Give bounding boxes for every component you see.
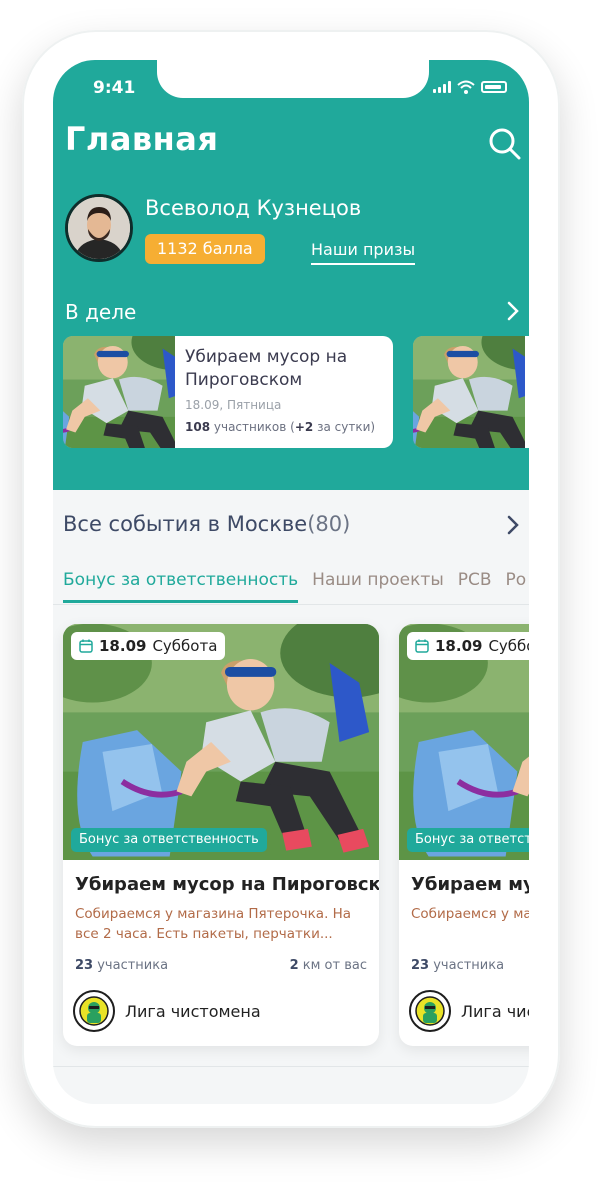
organizer-name: Лига чист [461,1002,529,1021]
in-work-card-date: 18.09, Пятница [185,398,282,412]
date-badge: 18.09Суббот [407,632,529,660]
tab-more[interactable]: Ро [506,570,527,603]
signal-icon [433,81,451,93]
event-title: Убираем мусо [411,874,529,895]
event-card[interactable]: 18.09 Суббота Бонус за ответственность Уб… [63,624,379,1046]
event-card[interactable]: 18.09Суббот Бонус за ответственность Уби… [399,624,529,1046]
organizer-name: Лига чистомена [125,1002,261,1021]
event-participants: 23 участника [75,958,169,973]
event-distance: 2 км от вас [289,958,367,973]
prizes-link[interactable]: Наши призы [311,240,416,265]
search-icon[interactable] [487,126,523,162]
avatar-photo [68,197,130,259]
in-work-card-title: Убираем мусор на Пироговском [185,347,348,390]
wifi-icon [457,80,475,94]
points-badge: 1132 балла [145,234,265,264]
event-title: Убираем мусор на Пироговском [75,874,379,895]
events-title: Все события в Москве(80) [63,512,351,536]
category-tag: Бонус за ответственность [407,828,529,852]
tabs-divider [53,604,529,605]
notch [157,60,429,98]
event-participants: 23 участника [411,958,505,973]
battery-icon [481,81,507,93]
in-work-card-participants: 108 участников (+2 за сутки) [185,420,376,434]
header-panel: 9:41 Главная Всеволод Кузнецов 1132 балл… [53,60,529,490]
avatar[interactable] [65,194,133,262]
organizer-logo [409,990,451,1032]
calendar-icon [415,639,429,653]
chevron-right-icon[interactable] [505,300,521,322]
event-photo [63,336,175,448]
tab-projects[interactable]: Наши проекты [312,570,444,603]
event-photo [413,336,525,448]
category-tag: Бонус за ответственность [71,828,267,852]
calendar-icon [79,639,93,653]
organizer-logo [73,990,115,1032]
app-screen: 9:41 Главная Всеволод Кузнецов 1132 балл… [53,60,529,1104]
status-icons [433,80,507,94]
event-description: Собираемся у магазина Пятерочка. На все … [75,906,352,942]
status-time: 9:41 [93,78,136,98]
tab-bonus[interactable]: Бонус за ответственность [63,570,299,603]
in-work-title: В деле [65,300,137,324]
in-work-card[interactable] [413,336,529,448]
bottom-divider [53,1066,529,1067]
chevron-right-icon[interactable] [505,514,521,536]
date-badge: 18.09 Суббота [71,632,226,660]
page-title: Главная [65,120,219,158]
category-tabs: Бонус за ответственность Наши проекты РС… [63,570,526,603]
user-name: Всеволод Кузнецов [145,196,362,220]
tab-rsv[interactable]: РСВ [458,570,492,603]
in-work-card[interactable]: Убираем мусор на Пироговском 18.09, Пятн… [63,336,393,448]
event-description: Собираемся у мага часа. Есть пакеты, [411,906,529,922]
